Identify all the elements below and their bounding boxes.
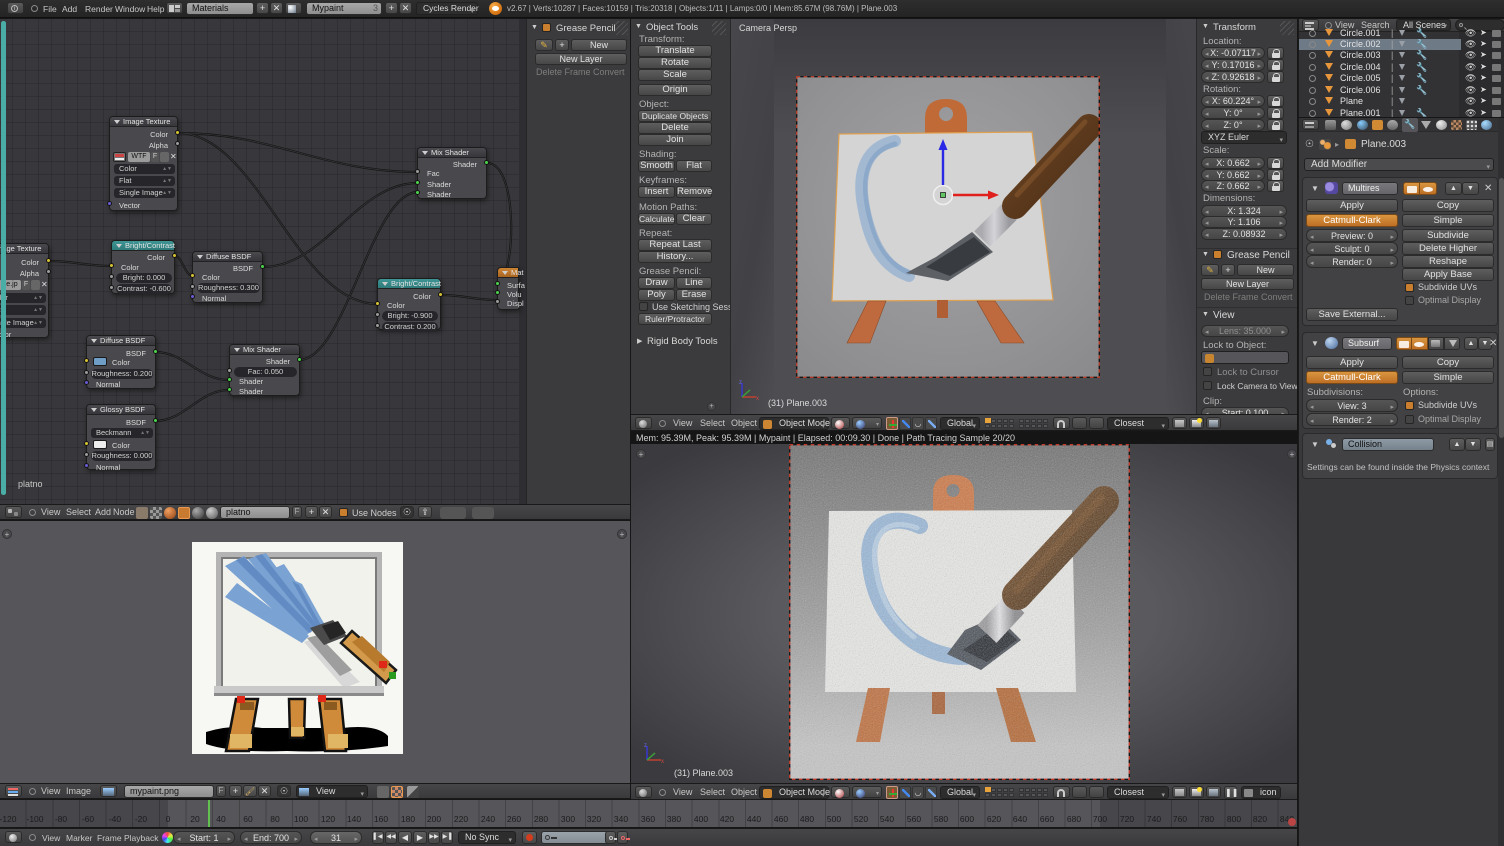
svg-text:z: z — [739, 380, 742, 386]
svg-text:z: z — [644, 743, 647, 749]
svg-text:x: x — [661, 759, 664, 764]
svg-text:x: x — [756, 396, 759, 401]
